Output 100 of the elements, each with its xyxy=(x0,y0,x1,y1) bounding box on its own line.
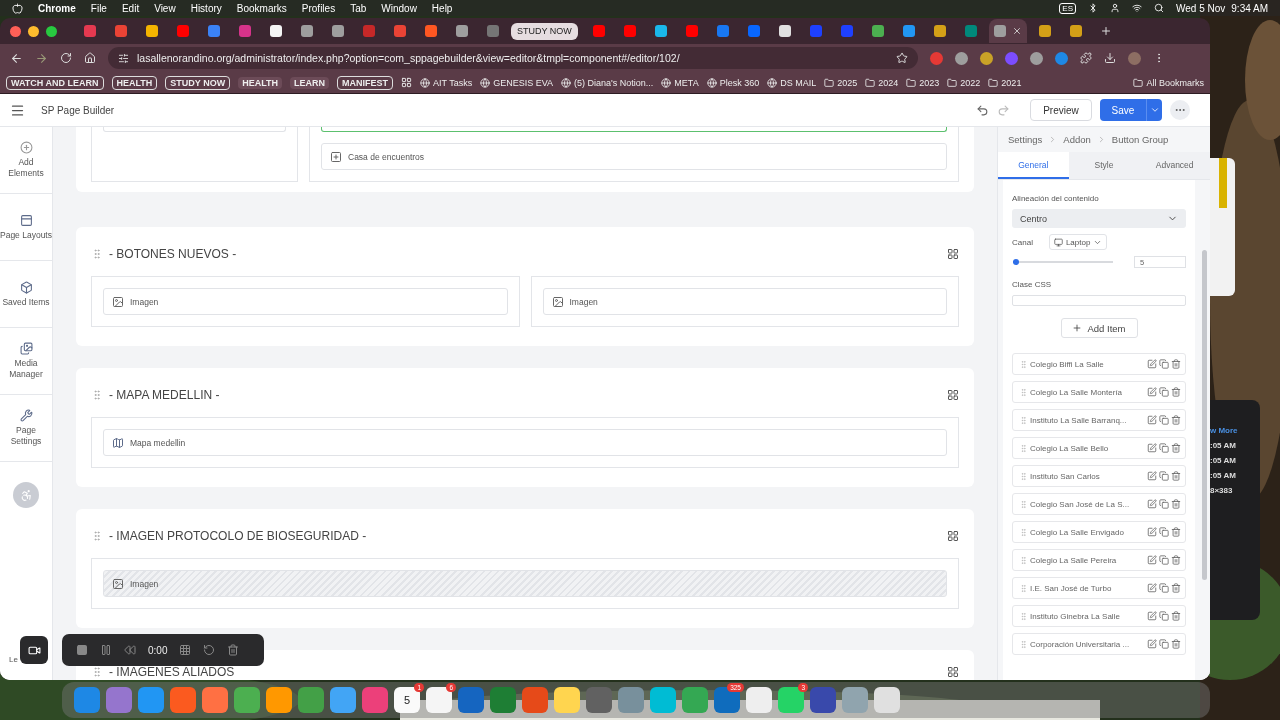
add-item-button[interactable]: Add Item xyxy=(1060,318,1138,338)
trash-icon[interactable] xyxy=(1171,583,1181,593)
copy-icon[interactable] xyxy=(1159,387,1169,397)
reload-icon[interactable] xyxy=(60,52,72,64)
edit-icon[interactable] xyxy=(1147,443,1157,453)
camera-button[interactable] xyxy=(20,636,48,664)
app-icon[interactable] xyxy=(618,687,644,713)
menu-item[interactable]: View xyxy=(154,2,176,14)
all-bookmarks[interactable]: All Bookmarks xyxy=(1133,77,1204,88)
addon-box[interactable]: Imagen xyxy=(103,288,508,315)
list-item[interactable]: Colegio La Salle Pereira xyxy=(1012,549,1186,571)
rewind-icon[interactable] xyxy=(124,644,136,656)
menu-item[interactable]: Bookmarks xyxy=(236,2,287,14)
app-icon[interactable] xyxy=(106,687,132,713)
input-source-icon[interactable]: ES xyxy=(1059,2,1076,14)
addon-box[interactable]: Mapa medellin xyxy=(103,429,947,456)
app-icon[interactable] xyxy=(650,687,676,713)
bookmark[interactable]: (5) Diana's Notion... xyxy=(561,77,654,88)
app-icon[interactable] xyxy=(362,687,388,713)
minimize-window-button[interactable] xyxy=(28,25,39,37)
copy-icon[interactable] xyxy=(1159,527,1169,537)
drag-handle-icon[interactable] xyxy=(1019,499,1028,509)
bookmark[interactable]: WATCH AND LEARN xyxy=(6,75,104,90)
addon-box[interactable]: Casa de encuentros xyxy=(321,143,947,170)
trash-icon[interactable] xyxy=(1171,611,1181,621)
breadcrumb[interactable]: Settings xyxy=(1008,134,1043,145)
undo-icon[interactable] xyxy=(976,103,989,117)
trash-icon[interactable] xyxy=(1171,443,1181,453)
extension-icon[interactable] xyxy=(980,51,993,65)
redo-icon[interactable] xyxy=(997,103,1010,117)
layout-icon[interactable] xyxy=(947,389,959,401)
drag-handle-icon[interactable] xyxy=(1019,471,1028,481)
menu-item[interactable]: Chrome xyxy=(38,2,76,14)
bookmark[interactable]: Plesk 360 xyxy=(706,77,760,88)
forward-icon[interactable] xyxy=(35,51,48,65)
edit-icon[interactable] xyxy=(1147,611,1157,621)
list-item[interactable]: Colegio La Salle Bello xyxy=(1012,437,1186,459)
drag-handle-icon[interactable] xyxy=(1019,443,1028,453)
zoom-window-button[interactable] xyxy=(46,25,57,37)
close-window-button[interactable] xyxy=(10,25,21,37)
list-item[interactable]: Colegio La Salle Envigado xyxy=(1012,521,1186,543)
panel-tab[interactable]: General xyxy=(998,152,1069,179)
app-icon[interactable] xyxy=(586,687,612,713)
search-icon[interactable] xyxy=(1154,3,1164,13)
addon-box[interactable]: Imagen xyxy=(103,570,947,597)
edit-icon[interactable] xyxy=(1147,527,1157,537)
app-icon[interactable] xyxy=(138,687,164,713)
wifi-icon[interactable] xyxy=(1132,3,1142,13)
app-icon[interactable] xyxy=(202,687,228,713)
list-item[interactable]: Corporación Universitaria ... xyxy=(1012,633,1186,655)
copy-icon[interactable] xyxy=(1159,415,1169,425)
app-icon[interactable] xyxy=(842,687,868,713)
bookmark-folder[interactable]: 2025 xyxy=(824,77,858,88)
bookmark[interactable]: DS MAIL xyxy=(767,77,817,88)
drag-handle-icon[interactable] xyxy=(1019,527,1028,537)
app-icon[interactable] xyxy=(522,687,548,713)
layout-icon[interactable] xyxy=(947,530,959,542)
app-icon[interactable] xyxy=(810,687,836,713)
bookmark[interactable]: LEARN xyxy=(290,76,330,89)
copy-icon[interactable] xyxy=(1159,471,1169,481)
edit-icon[interactable] xyxy=(1147,555,1157,565)
drag-handle-icon[interactable] xyxy=(1019,359,1028,369)
close-icon[interactable] xyxy=(1011,26,1022,36)
app-icon[interactable] xyxy=(874,687,900,713)
list-item[interactable]: Instituto La Salle Barranq... xyxy=(1012,409,1186,431)
extension-icon[interactable] xyxy=(955,51,968,65)
breadcrumb[interactable]: Addon xyxy=(1063,134,1091,145)
panel-tab[interactable]: Style xyxy=(1068,152,1140,179)
edit-icon[interactable] xyxy=(1147,359,1157,369)
bookmark[interactable]: MANIFEST xyxy=(337,75,394,90)
addon-box[interactable]: Imagen xyxy=(542,288,947,315)
edit-icon[interactable] xyxy=(1147,387,1157,397)
bookmark[interactable]: HEALTH xyxy=(111,75,158,90)
app-icon[interactable] xyxy=(746,687,772,713)
menu-item[interactable]: Window xyxy=(381,2,417,14)
drag-handle-icon[interactable] xyxy=(1019,555,1028,565)
app-icon[interactable] xyxy=(458,687,484,713)
list-item[interactable]: Colegio San José de La S... xyxy=(1012,493,1186,515)
app-icon[interactable] xyxy=(682,687,708,713)
trash-icon[interactable] xyxy=(1171,415,1181,425)
trash-icon[interactable] xyxy=(1171,387,1181,397)
drag-handle-icon[interactable] xyxy=(1019,415,1028,425)
bookmark[interactable]: GENESIS EVA xyxy=(480,77,554,88)
bookmark[interactable]: AIT Tasks xyxy=(420,77,473,88)
copy-icon[interactable] xyxy=(1159,583,1169,593)
address-bar[interactable]: lasallenorandino.org/administrator/index.php?option=com_sppagebuilder&view=editor&tmpl=component#/editor/102/ xyxy=(108,47,918,69)
css-class-field[interactable] xyxy=(1012,295,1186,306)
menu-item[interactable]: Profiles xyxy=(301,2,336,14)
save-button[interactable]: Save xyxy=(1100,99,1146,121)
bookmark-folder[interactable]: 2022 xyxy=(947,77,981,88)
extension-icon[interactable] xyxy=(1055,51,1068,65)
menu-item[interactable]: Edit xyxy=(121,2,140,14)
extension-icon[interactable] xyxy=(1005,51,1018,65)
list-item[interactable]: Instituto Ginebra La Salle xyxy=(1012,605,1186,627)
apps-icon[interactable] xyxy=(401,77,413,88)
drag-handle-icon[interactable] xyxy=(1019,611,1028,621)
drag-handle-icon[interactable] xyxy=(1019,583,1028,593)
panel-tab[interactable]: Advanced xyxy=(1139,152,1210,179)
edit-icon[interactable] xyxy=(1147,639,1157,649)
browser-tab[interactable]: STUDY NOW xyxy=(511,22,578,40)
